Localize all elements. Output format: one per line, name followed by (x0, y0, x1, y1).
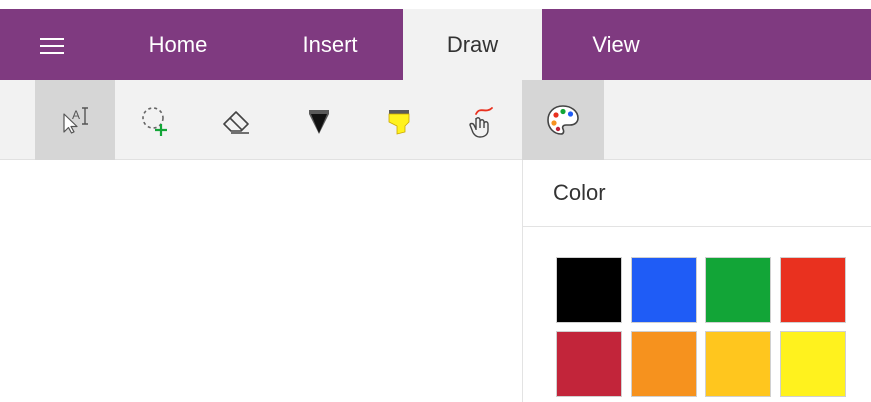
color-palette-icon (547, 105, 579, 135)
tab-home-label: Home (148, 31, 208, 57)
color-flyout-panel: Color (522, 160, 871, 402)
yellow-highlighter-icon (388, 110, 410, 135)
color-swatch-gold[interactable] (705, 331, 771, 397)
color-swatch-black[interactable] (556, 257, 622, 323)
color-panel-title: Color (553, 180, 606, 205)
color-swatch-yellow[interactable] (780, 331, 846, 397)
yellow-highlighter-button[interactable] (359, 80, 439, 160)
color-panel-divider (523, 226, 871, 227)
black-pen-button[interactable] (279, 80, 359, 160)
color-swatch-dark-red[interactable] (556, 331, 622, 397)
hamburger-icon-line (40, 45, 64, 47)
hamburger-icon (40, 38, 64, 40)
eraser-button[interactable] (196, 80, 276, 160)
color-swatch-orange[interactable] (631, 331, 697, 397)
draw-toolbar: A (0, 80, 871, 160)
tab-view[interactable]: View (556, 9, 676, 80)
color-swatch-green[interactable] (705, 257, 771, 323)
tab-insert[interactable]: Insert (270, 9, 390, 80)
hamburger-icon-line (40, 52, 64, 54)
lasso-select-text-button[interactable]: A (35, 80, 115, 160)
tab-insert-label: Insert (302, 31, 358, 57)
color-palette-button[interactable] (522, 80, 604, 160)
tab-view-label: View (592, 31, 640, 57)
ink-to-touch-button[interactable] (440, 80, 520, 160)
eraser-icon (223, 111, 249, 134)
color-swatch-blue[interactable] (631, 257, 697, 323)
color-swatch-red[interactable] (780, 257, 846, 323)
add-space-icon (142, 107, 167, 136)
svg-text:A: A (72, 108, 80, 122)
ribbon-tab-bar: Home Insert Draw View (0, 0, 871, 80)
tab-draw[interactable]: Draw (403, 9, 542, 80)
onenote-window: Home Insert Draw View A Color (0, 0, 871, 402)
lasso-select-text-icon: A (63, 107, 88, 134)
add-space-button[interactable] (115, 80, 195, 160)
hamburger-menu-button[interactable] (34, 30, 74, 60)
tab-home[interactable]: Home (118, 9, 238, 80)
ink-to-touch-icon (469, 107, 493, 138)
black-pen-icon (309, 110, 329, 134)
tab-draw-label: Draw (446, 31, 499, 57)
